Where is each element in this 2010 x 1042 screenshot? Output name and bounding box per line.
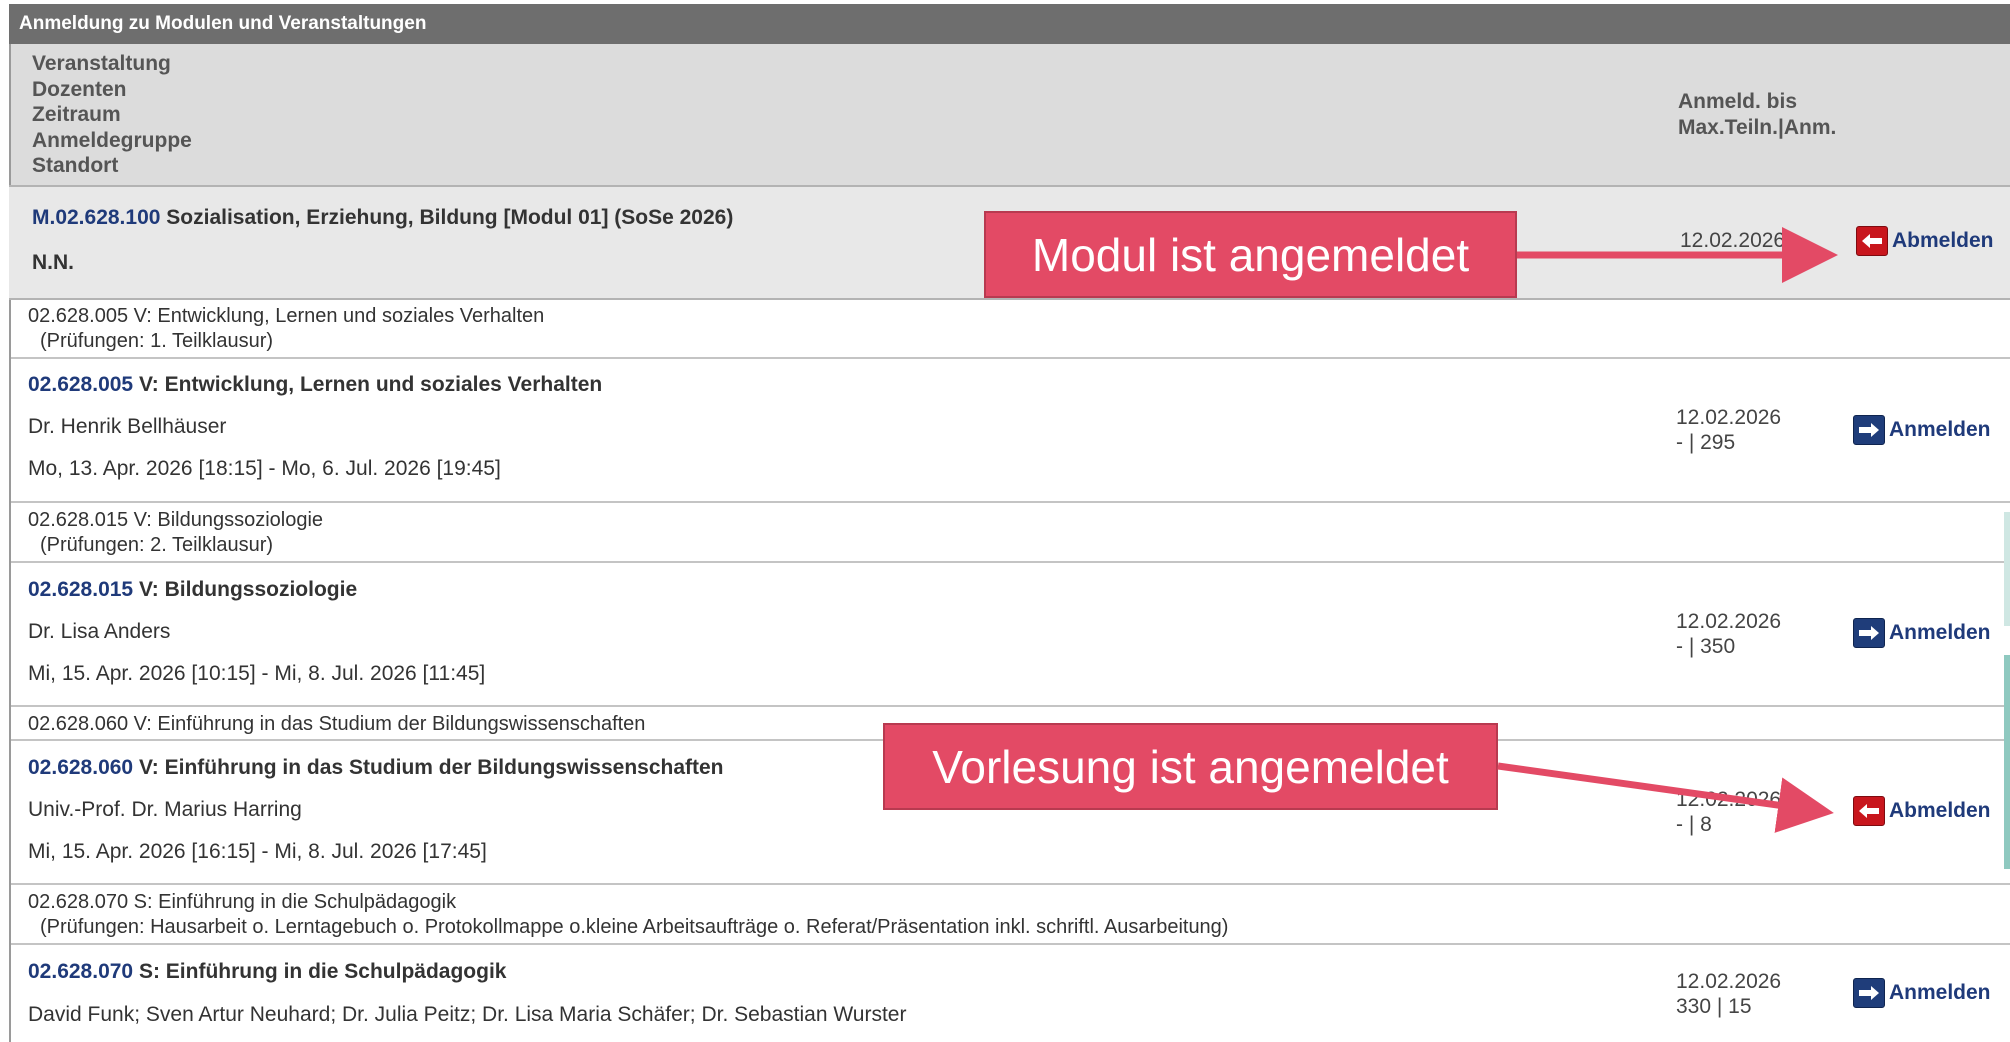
lecture-arrow bbox=[1497, 762, 1834, 833]
callout-arrows bbox=[1497, 227, 1838, 833]
